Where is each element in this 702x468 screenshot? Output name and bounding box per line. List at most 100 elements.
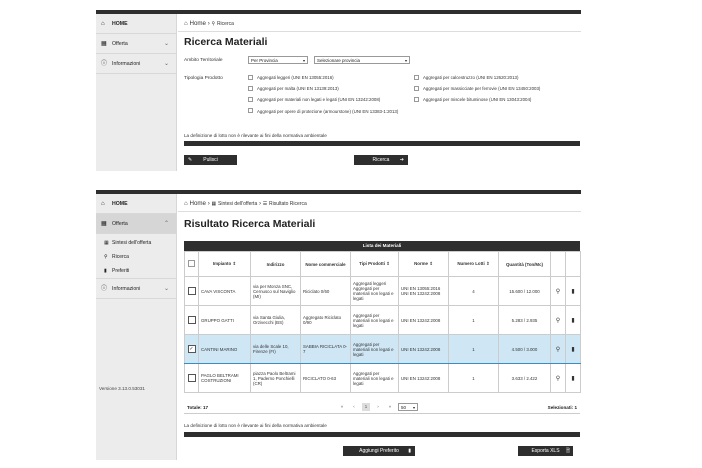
row-search-button[interactable]: ⚲ [550,276,566,306]
chevron-down-icon: ▾ [302,58,305,63]
sidebar-item-label: Informazioni [112,286,141,292]
table-footer: Totale: 17 Selezionati: 1 [184,402,580,414]
page-title: Risultato Ricerca Materiali [184,218,316,230]
sidebar-item-offerta[interactable]: ▦ Offerta ⌄ [96,34,176,54]
ambito-select-value: Per Provincia [251,58,278,63]
column-header-search [550,251,566,277]
row-search-button[interactable]: ⚲ [550,334,566,364]
page-title: Ricerca Materiali [184,36,268,48]
cell-lotti: 4 [448,276,499,306]
pager-last[interactable]: » [386,403,394,411]
cell-indirizzo: piazza Paolo Beltrami 1, Paderno Ponchie… [250,363,301,393]
pager-page-1[interactable]: 1 [362,403,370,411]
column-header-lotti[interactable]: Numero Lotti ⇕ [448,251,499,277]
column-header-bookmark [565,251,581,277]
home-icon: ⌂ [184,20,188,27]
checkbox[interactable] [248,97,253,102]
breadcrumb-home[interactable]: Home [189,200,206,207]
row-checkbox[interactable] [184,276,199,306]
sidebar-item-label: HOME [112,201,128,207]
ricerca-button[interactable]: Ricerca ➔ [354,155,408,165]
breadcrumb: ⌂ Home › ⚲ Ricerca [184,20,234,27]
sidebar-subitem-preferiti[interactable]: ▮ Preferiti [96,264,176,279]
divider [178,211,581,212]
checkbox[interactable] [414,75,419,80]
cell-quantita: 3.633 / 2.422 [498,363,551,393]
row-search-button[interactable]: ⚲ [550,363,566,393]
sidebar-item-home[interactable]: ⌂ HOME [96,194,176,214]
provincia-select[interactable]: Selezionare provincia ▾ [314,56,410,64]
pager-next[interactable]: › [374,403,382,411]
column-header-tipi[interactable]: Tipi Prodotti ⇕ [350,251,399,277]
bookmark-icon: ▮ [571,375,575,382]
row-checkbox[interactable]: ✓ [184,334,199,364]
checkbox[interactable] [187,286,196,295]
sidebar-subitem-sintesi[interactable]: ▦ Sintesi dell'offerta [96,236,176,250]
table-row[interactable]: PAGLO BELTRAMI COSTRUZIONI piazza Paolo B… [184,363,581,393]
table-row[interactable]: GRUPPO GATTI via Santa Giulia, Orzivecchi… [184,305,581,335]
cell-norme: UNI EN 13242:2008 [398,334,449,364]
row-checkbox[interactable] [184,363,199,393]
sidebar-item-offerta[interactable]: ▦ Offerta ⌃ [96,214,176,234]
breadcrumb-mid[interactable]: Sintesi dell'offerta [218,201,257,207]
sidebar-item-home[interactable]: ⌂ HOME [96,14,176,34]
home-icon: ⌂ [101,201,105,207]
row-search-button[interactable]: ⚲ [550,305,566,335]
chevron-right-icon: › [207,20,210,27]
column-header-impianto[interactable]: Impianto ⇕ [198,251,251,277]
row-bookmark-button[interactable]: ▮ [565,363,581,393]
checkbox[interactable] [187,373,196,382]
selected-count: Selezionati: 1 [547,405,577,410]
cell-indirizzo: via per Monza SNC, Cernusco sul Naviglio… [250,276,301,306]
row-checkbox[interactable] [184,305,199,335]
document-icon: 🗎 [565,448,570,454]
divider-bar [184,432,580,437]
checkbox-label: Aggregati per calcestruzzo (UNI EN 12620… [423,75,519,80]
eraser-icon: ✎ [188,157,193,163]
sidebar-item-informazioni[interactable]: ⓘ Informazioni ⌄ [96,279,176,299]
checkbox[interactable] [248,75,253,80]
page-size-select[interactable]: 50 ▾ [398,403,418,411]
search-icon: ⚲ [555,346,561,353]
column-header-norme[interactable]: Norme ⇕ [398,251,449,277]
divider-bar [184,141,580,146]
cell-nome: SABBIA RICICLATA 0-7 [300,334,351,364]
export-xls-button[interactable]: Esporta XLS 🗎 [518,446,573,456]
pulisci-button[interactable]: ✎ Pulisci [184,155,237,165]
table-icon: ▦ [211,201,217,207]
breadcrumb-home[interactable]: Home [189,20,206,27]
table-row[interactable]: CAVA VISCONTA via per Monza SNC, Cernusco… [184,276,581,306]
checkbox[interactable] [187,315,196,324]
row-bookmark-button[interactable]: ▮ [565,276,581,306]
chevron-down-icon: ⌄ [163,286,169,292]
info-icon: ⓘ [101,286,108,292]
checkbox-checked[interactable]: ✓ [187,345,196,353]
sidebar-subitem-ricerca[interactable]: ⚲ Ricerca [96,250,176,264]
checkbox[interactable] [414,97,419,102]
checkbox-label: Aggregati per miscele bituminose (UNI EN… [423,97,532,102]
checkbox[interactable] [414,86,419,91]
add-favorite-button[interactable]: Aggiungi Preferito ▮ [343,446,415,456]
list-icon: ☰ [262,201,268,207]
add-favorite-button-label: Aggiungi Preferito [359,448,399,454]
checkbox[interactable] [248,108,253,113]
pager-first[interactable]: « [338,403,346,411]
select-all-checkbox[interactable] [184,251,199,277]
checkbox-label: Aggregati per materiali non legati e leg… [257,97,381,102]
cell-impianto: CAVA VISCONTA [198,276,251,306]
bookmark-icon: ▮ [571,346,575,353]
table-row[interactable]: ✓ CANTINI MARINO via delle Scale 10, Firen… [184,334,581,364]
provincia-select-value: Selezionare provincia [317,58,361,63]
ambito-select[interactable]: Per Provincia ▾ [248,56,308,64]
chevron-right-icon: › [207,200,210,207]
checkbox[interactable] [248,86,253,91]
sidebar: ⌂ HOME ▦ Offerta ⌄ ⓘ Informazioni ⌄ [96,14,177,171]
pulisci-button-label: Pulisci [203,157,218,163]
search-icon: ⚲ [211,21,216,27]
sidebar-item-informazioni[interactable]: ⓘ Informazioni ⌄ [96,54,176,74]
checkbox-label: Aggregati per opere di protezione (armou… [257,109,399,114]
row-bookmark-button[interactable]: ▮ [565,334,581,364]
main-content: ⌂ Home › ▦ Sintesi dell'offerta › ☰ Risu… [178,194,581,460]
pager-prev[interactable]: ‹ [350,403,358,411]
row-bookmark-button[interactable]: ▮ [565,305,581,335]
